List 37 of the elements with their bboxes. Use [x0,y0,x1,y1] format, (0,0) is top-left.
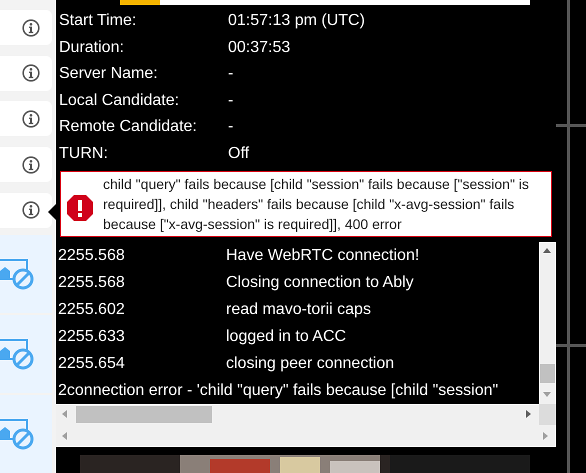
info-icon[interactable] [22,110,40,128]
sidebar-item[interactable] [0,101,52,136]
info-value: - [228,117,234,138]
sidebar-item[interactable] [0,147,52,182]
info-label: Start Time: [59,11,138,32]
log-message: logged in to ACC [226,326,346,346]
sidebar-item[interactable] [0,56,52,91]
sidebar-item[interactable] [0,10,52,46]
info-value: 00:37:53 [228,38,290,58]
info-value: - [228,90,234,111]
info-label: Remote Candidate: [59,117,198,138]
info-icon[interactable] [22,64,40,82]
error-text: child "query" fails because [child "session" fails because ["session" is required]], child "headers" fails because [child "x-avg-session" fails because ["x-avg-session" is required]], 400 error [103,175,530,234]
info-label: Duration: [59,38,125,58]
sidebar-item[interactable] [0,192,52,228]
log-message: Have WebRTC connection! [226,246,420,266]
info-label: TURN: [59,144,109,164]
info-value: - [228,64,234,84]
info-value: Off [228,144,250,164]
log-time: 2255.602 [58,300,126,320]
info-icon[interactable] [22,201,40,220]
info-icon[interactable] [22,18,40,37]
log-message: read mavo-torii caps [226,300,371,320]
log-message: closing peer connection [226,354,394,374]
log-time: 2255.633 [58,326,126,346]
info-icon[interactable] [22,156,40,174]
log-message: Closing connection to Ably [226,272,414,292]
info-value: 01:57:13 pm (UTC) [228,11,365,32]
log-time: 2255.568 [58,246,126,266]
vertical-scrollbar[interactable] [539,242,556,404]
log-time: 2255.568 [58,272,126,292]
error-icon [66,194,94,222]
info-label: Local Candidate: [59,90,180,111]
log-message: 2connection error - 'child "query" fails because [child "session" [58,380,498,400]
info-label: Server Name: [59,64,159,84]
scrollbar-corner [539,404,556,425]
log-time: 2255.654 [58,354,126,374]
